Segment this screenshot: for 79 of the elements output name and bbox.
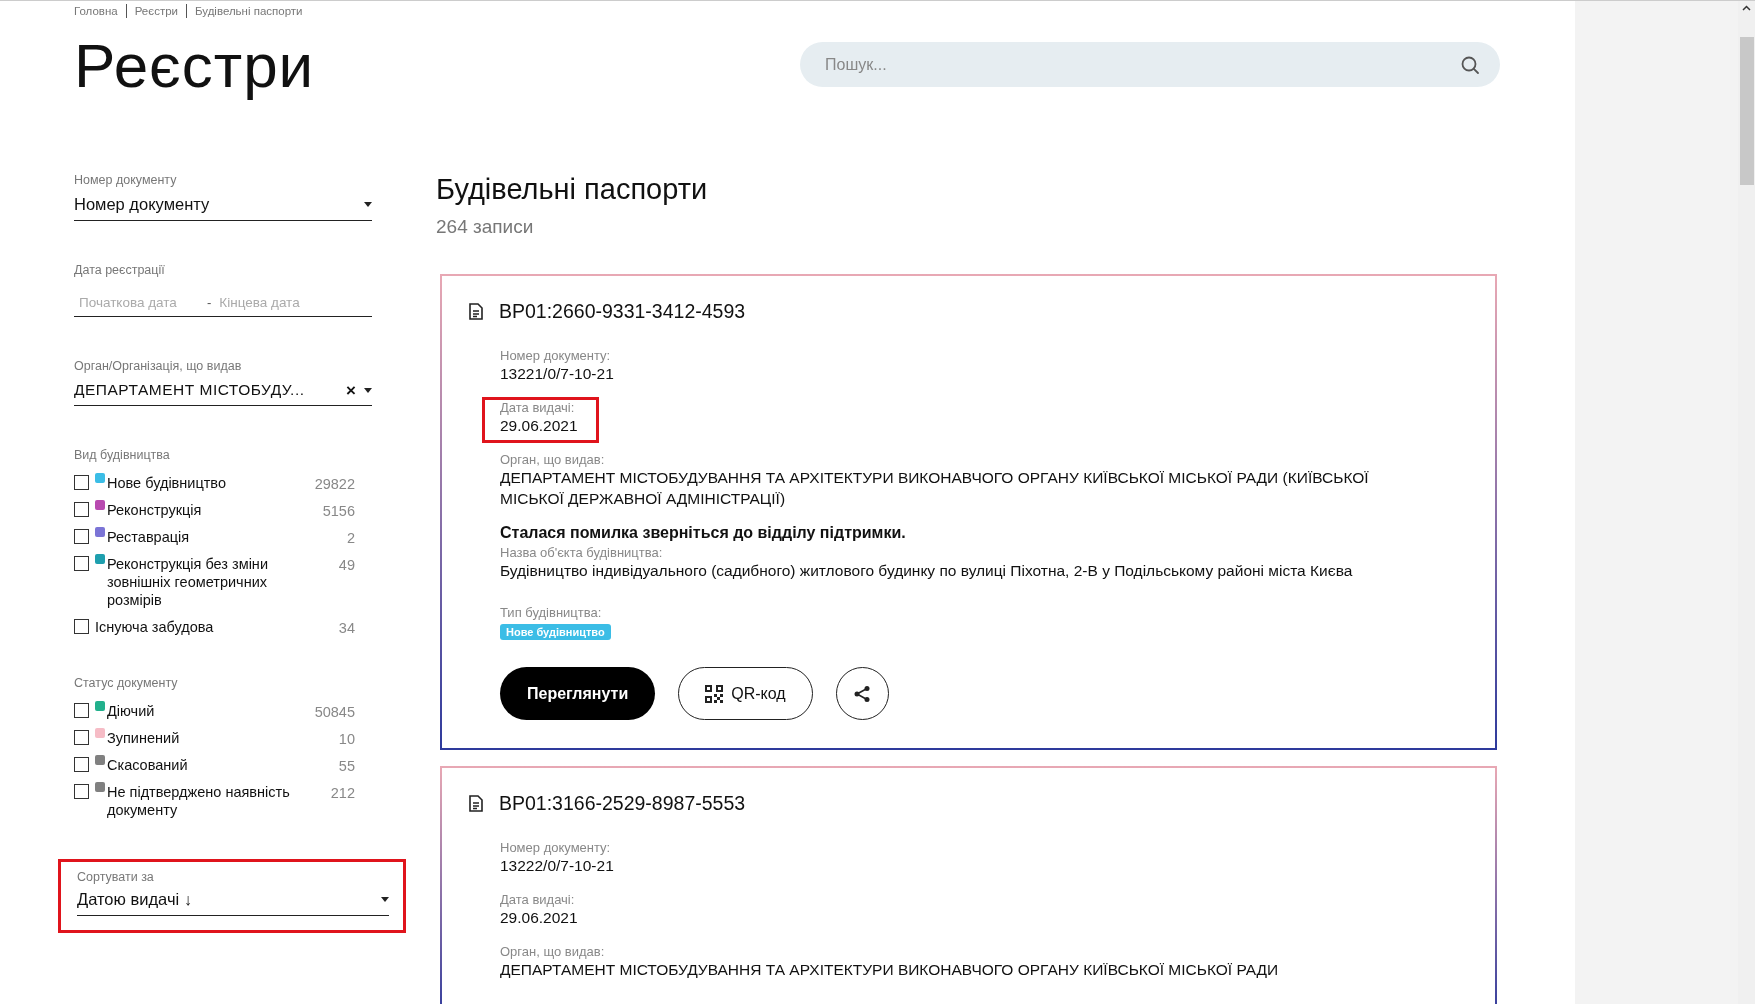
filter-label: Сортувати за	[77, 870, 155, 884]
passport-id: BP01:2660-9331-3412-4593	[499, 300, 746, 323]
construction-type-tag: Нове будівництво	[500, 624, 611, 640]
checkbox-label[interactable]: Існуюча забудова	[95, 618, 214, 636]
caret-icon	[364, 202, 372, 207]
filter-label: Орган/Організація, що видав	[74, 359, 243, 373]
count-label: 212	[329, 785, 355, 801]
count-label: 34	[337, 620, 355, 636]
field-label: Дата видачі:	[500, 892, 576, 907]
scrollbar[interactable]	[1738, 1, 1755, 1004]
field-label: Номер документу:	[500, 840, 612, 855]
checkbox[interactable]	[74, 556, 89, 571]
breadcrumb-link[interactable]: Головна	[74, 5, 118, 17]
count-label: 29822	[313, 476, 355, 492]
count-label: 2	[345, 530, 355, 546]
issuer-dropdown[interactable]: ДЕПАРТАМЕНТ МІСТОБУДУ...	[74, 381, 339, 399]
field-label: Орган, що видав:	[500, 452, 606, 467]
count-label: 10	[337, 731, 355, 747]
checkbox-label[interactable]: Скасований	[107, 756, 188, 774]
record-count: 264 записи	[436, 216, 535, 238]
field-label: Тип будівництва:	[500, 605, 603, 620]
search-bar[interactable]: Пошук...	[800, 42, 1500, 87]
filter-label: Номер документу	[74, 173, 178, 187]
date-separator: -	[207, 295, 212, 310]
checkbox[interactable]	[74, 529, 89, 544]
filter-group-title: Вид будівництва	[74, 448, 171, 462]
breadcrumb-link[interactable]: Реєстри	[134, 5, 178, 17]
field-value: 13222/0/7-10-21	[500, 856, 614, 876]
document-number-dropdown[interactable]: Номер документу	[74, 195, 372, 221]
caret-icon	[381, 897, 389, 902]
checkbox-label[interactable]: Нове будівництво	[107, 474, 226, 492]
count-label: 50845	[313, 704, 355, 720]
filter-group-title: Статус документу	[74, 676, 179, 690]
checkbox[interactable]	[74, 703, 89, 718]
field-value: 29.06.2021	[500, 416, 578, 436]
passport-id: BP01:3166-2529-8987-5553	[499, 792, 746, 815]
view-button[interactable]: Переглянути	[500, 667, 656, 720]
count-label: 5156	[321, 503, 355, 519]
page-title: Реєстри	[74, 30, 315, 101]
section-title: Будівельні паспорти	[436, 173, 709, 206]
checkbox[interactable]	[74, 619, 89, 634]
checkbox-label[interactable]: Зупинений	[107, 729, 180, 747]
count-label: 49	[337, 557, 355, 573]
field-label: Номер документу:	[500, 348, 612, 363]
field-label: Орган, що видав:	[500, 944, 606, 959]
checkbox-label[interactable]: Реставрація	[107, 528, 190, 546]
field-value: Будівництво індивідуального (садибного) житлового будинку по вулиці Піхотна, 2-В у Подільському районі міста Києва	[500, 561, 1353, 581]
count-label: 55	[337, 758, 355, 774]
scrollbar-thumb[interactable]	[1740, 37, 1754, 185]
field-value: ДЕПАРТАМЕНТ МІСТОБУДУВАННЯ ТА АРХІТЕКТУРИ ВИКОНАВЧОГО ОРГАНУ КИЇВСЬКОЇ МІСЬКОЇ РАДИ (КИЇВСЬКОЇ МІСЬКОЇ ДЕРЖАВНОЇ АДМІНІСТРАЦІЇ)	[500, 468, 1370, 509]
document-icon	[469, 303, 483, 320]
share-icon	[853, 684, 872, 703]
error-message: Сталася помилка зверніться до відділу підтримки.	[500, 524, 907, 542]
qr-code-button[interactable]: QR-код	[678, 667, 813, 720]
scroll-up-icon[interactable]	[1742, 5, 1751, 11]
checkbox[interactable]	[74, 502, 89, 517]
document-icon	[469, 795, 483, 812]
checkbox-label[interactable]: Не підтверджено наявність документу	[107, 783, 295, 819]
field-value: 13221/0/7-10-21	[500, 364, 614, 384]
sort-dropdown[interactable]: Датою видачі ↓	[77, 890, 389, 916]
checkbox-label[interactable]: Діючий	[107, 702, 155, 720]
share-button[interactable]	[835, 667, 889, 720]
caret-icon[interactable]	[364, 387, 372, 393]
search-icon[interactable]	[1460, 54, 1480, 75]
checkbox[interactable]	[74, 730, 89, 745]
breadcrumb-link[interactable]: Будівельні паспорти	[194, 5, 303, 17]
field-value: 29.06.2021	[500, 908, 578, 928]
checkbox[interactable]	[74, 757, 89, 772]
filter-label: Дата реєстрації	[74, 263, 166, 277]
field-label: Дата видачі:	[500, 400, 576, 415]
search-field[interactable]: Пошук...	[823, 54, 1460, 75]
checkbox[interactable]	[74, 784, 89, 799]
qr-code-icon	[705, 684, 724, 703]
checkbox-label[interactable]: Реконструкція без зміни зовнішніх геометричних розмірів	[107, 555, 295, 609]
checkbox[interactable]	[74, 475, 89, 490]
checkbox-label[interactable]: Реконструкція	[107, 501, 202, 519]
clear-button[interactable]: ×	[346, 381, 356, 399]
field-value: ДЕПАРТАМЕНТ МІСТОБУДУВАННЯ ТА АРХІТЕКТУРИ ВИКОНАВЧОГО ОРГАНУ КИЇВСЬКОЇ МІСЬКОЇ РАДИ	[500, 960, 1279, 980]
field-label: Назва об'єкта будівництва:	[500, 545, 664, 560]
